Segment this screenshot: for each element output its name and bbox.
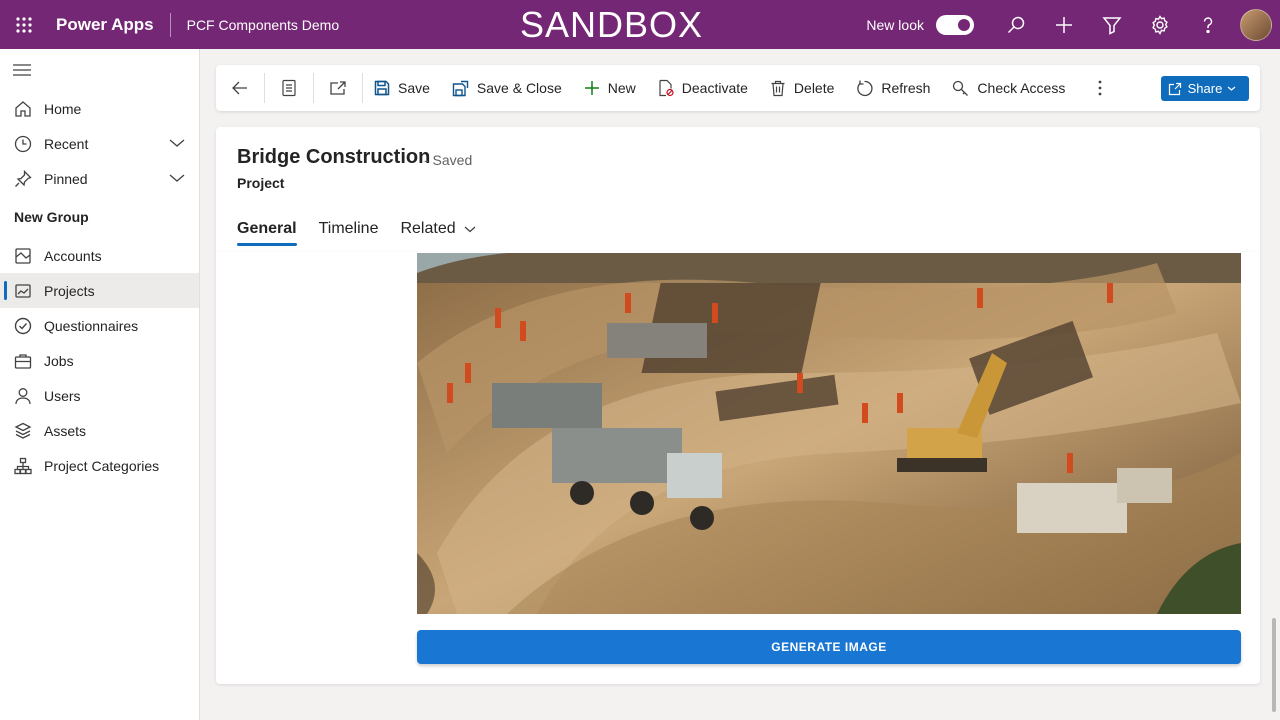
form-body: GENERATE IMAGE [216, 252, 1260, 684]
tab-label: General [237, 220, 297, 237]
sidebar-item-label: Jobs [44, 352, 74, 369]
assets-icon [14, 422, 32, 440]
user-avatar[interactable] [1240, 8, 1272, 41]
sidebar-item-project-categories[interactable]: Project Categories [0, 448, 199, 483]
settings-gear-icon[interactable] [1136, 0, 1184, 49]
share-button[interactable]: Share [1161, 76, 1249, 101]
sidebar-item-home[interactable]: Home [0, 91, 199, 126]
filter-icon[interactable] [1088, 0, 1136, 49]
environment-name[interactable]: PCF Components Demo [187, 17, 340, 33]
sidebar-item-label: Recent [44, 135, 89, 152]
key-search-icon [953, 80, 969, 96]
refresh-button[interactable]: Refresh [845, 65, 941, 111]
check-access-label: Check Access [977, 80, 1066, 96]
tab-label: Related [400, 220, 456, 237]
nav-group-title: New Group [14, 209, 89, 225]
check-access-button[interactable]: Check Access [941, 65, 1076, 111]
top-bar: Power Apps PCF Components Demo SANDBOX N… [0, 0, 1280, 49]
generated-construction-image [417, 253, 1241, 614]
new-look-label: New look [866, 16, 924, 33]
clock-icon [14, 135, 32, 153]
tab-general[interactable]: General [237, 212, 297, 246]
record-title: Bridge Construction [237, 146, 431, 168]
questionnaire-icon [14, 317, 32, 335]
save-button[interactable]: Save [363, 65, 441, 111]
chevron-down-icon [464, 226, 476, 233]
chevron-down-icon [1227, 86, 1236, 91]
tab-related[interactable]: Related [400, 212, 476, 246]
new-label: New [607, 80, 636, 96]
deactivate-icon [659, 79, 674, 97]
sidebar-item-users[interactable]: Users [0, 378, 199, 413]
command-bar: Save Save & Close New Deactivate Delete … [216, 65, 1260, 111]
document-icon [282, 79, 296, 97]
new-button[interactable]: New [573, 65, 647, 111]
add-icon[interactable] [1040, 0, 1088, 49]
chevron-down-icon[interactable] [169, 170, 185, 189]
sidebar-item-label: Project Categories [44, 457, 160, 474]
home-icon [14, 100, 32, 118]
refresh-icon [857, 80, 873, 96]
refresh-label: Refresh [881, 80, 931, 96]
sidebar: Home Recent Pinned New Group Accounts Pr… [0, 49, 200, 720]
back-button[interactable] [216, 65, 264, 111]
sidebar-item-label: Projects [44, 282, 95, 299]
sidebar-item-label: Home [44, 100, 82, 117]
app-name[interactable]: Power Apps [56, 15, 154, 35]
delete-label: Delete [793, 80, 835, 96]
form-tabs: General Timeline Related [237, 212, 498, 246]
deactivate-button[interactable]: Deactivate [647, 65, 759, 111]
tab-label: Timeline [318, 220, 379, 237]
projects-icon [14, 282, 32, 300]
more-commands-button[interactable] [1076, 65, 1124, 111]
generate-image-button[interactable]: GENERATE IMAGE [417, 630, 1241, 664]
sidebar-item-assets[interactable]: Assets [0, 413, 199, 448]
share-icon [1168, 82, 1181, 95]
save-close-icon [452, 80, 469, 96]
arrow-left-icon [232, 81, 247, 95]
sidebar-item-label: Accounts [44, 247, 102, 264]
sidebar-item-label: Assets [44, 422, 87, 439]
trash-icon [771, 80, 785, 96]
help-icon[interactable] [1184, 0, 1232, 49]
save-label: Save [398, 80, 430, 96]
new-look-toggle[interactable] [936, 14, 974, 35]
app-launcher-icon[interactable] [0, 0, 48, 49]
record-entity-name: Project [237, 175, 285, 191]
search-icon[interactable] [992, 0, 1040, 49]
plus-icon [584, 81, 599, 95]
pin-icon [14, 169, 32, 188]
sidebar-item-accounts[interactable]: Accounts [0, 238, 199, 273]
open-new-window-button[interactable] [314, 65, 362, 111]
record-save-status: - Saved [424, 152, 473, 168]
sidebar-item-label: Pinned [44, 170, 88, 187]
topbar-divider [169, 12, 171, 37]
chevron-down-icon[interactable] [169, 135, 185, 154]
sandbox-banner: SANDBOX [520, 4, 704, 45]
page-scrollbar[interactable] [1272, 618, 1276, 712]
more-vertical-icon [1098, 80, 1102, 96]
sidebar-item-jobs[interactable]: Jobs [0, 343, 199, 378]
record-header: Bridge Construction - Saved Project Gene… [216, 127, 1260, 252]
sidebar-item-label: Users [44, 387, 81, 404]
sidebar-item-projects[interactable]: Projects [0, 273, 199, 308]
open-in-new-window-icon [330, 81, 346, 95]
accounts-icon [14, 247, 32, 265]
save-and-close-label: Save & Close [476, 80, 562, 96]
sidebar-item-recent[interactable]: Recent [0, 126, 199, 161]
sidebar-item-questionnaires[interactable]: Questionnaires [0, 308, 199, 343]
tab-timeline[interactable]: Timeline [319, 212, 379, 246]
menu-hamburger-icon[interactable] [0, 49, 199, 91]
save-icon [374, 80, 390, 96]
hierarchy-icon [14, 457, 32, 475]
share-label: Share [1187, 81, 1223, 96]
user-icon [14, 387, 32, 405]
save-and-close-button[interactable]: Save & Close [441, 65, 573, 111]
record-set-button[interactable] [265, 65, 313, 111]
deactivate-label: Deactivate [681, 80, 748, 96]
sidebar-item-label: Questionnaires [44, 317, 139, 334]
sidebar-item-pinned[interactable]: Pinned [0, 161, 199, 196]
delete-button[interactable]: Delete [759, 65, 845, 111]
briefcase-icon [14, 352, 32, 370]
